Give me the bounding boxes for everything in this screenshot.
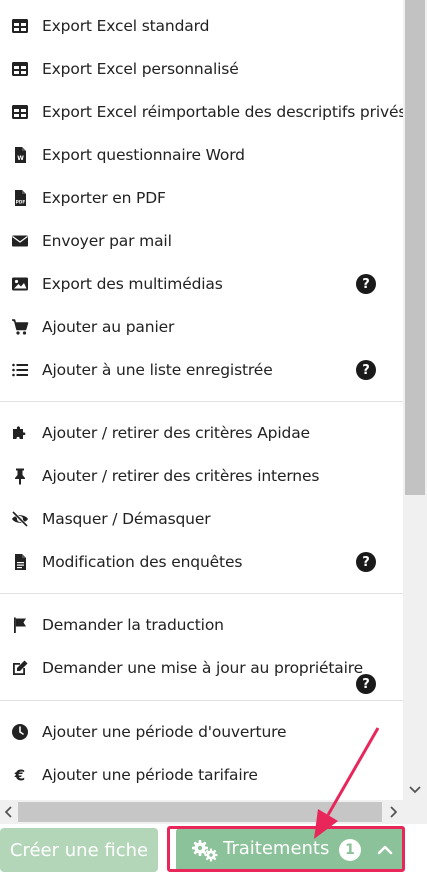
menu-item-label: Demander une mise à jour au propriétaire [42,659,364,677]
table-icon [11,60,29,78]
pdf-file-icon: PDF [11,189,29,207]
svg-text:W: W [17,155,24,162]
gears-icon [192,840,218,862]
menu-item[interactable]: Modification des enquêtes? [0,544,403,580]
word-file-icon: W [11,146,29,164]
help-question-icon[interactable]: ? [356,274,376,294]
help-question-icon[interactable]: ? [356,674,376,694]
menu-item-label: Ajouter / retirer des critères Apidae [42,424,310,442]
horizontal-scrollbar[interactable] [0,800,403,824]
menu-divider [0,700,403,701]
table-icon [11,17,29,35]
menu-item-label: Ajouter à une liste enregistrée [42,361,273,379]
bottom-action-bar: Créer une fiche Traitements 1 [0,824,427,875]
edit-icon [11,659,29,677]
menu-item-label: Ajouter une période d'ouverture [42,723,287,741]
menu-divider [0,401,403,402]
puzzle-icon [11,424,29,442]
create-record-label: Créer une fiche [9,839,149,861]
treatments-button[interactable]: Traitements 1 [176,828,404,872]
menu-item[interactable]: Ajouter / retirer des critères Apidae [0,415,403,451]
vertical-scrollbar[interactable] [403,0,427,800]
help-question-icon[interactable]: ? [356,360,376,380]
menu-item[interactable]: € Ajouter une période tarifaire [0,757,403,793]
eye-slash-icon [11,510,29,528]
chevron-up-icon[interactable] [375,840,395,860]
menu-item-label: Export Excel réimportable des descriptif… [42,103,403,121]
help-question-icon[interactable]: ? [356,552,376,572]
menu-item-label: Exporter en PDF [42,189,166,207]
menu-item[interactable]: Ajouter à une liste enregistrée? [0,352,403,388]
menu-item[interactable]: W Export questionnaire Word [0,137,403,173]
table-icon [11,103,29,121]
menu-item[interactable]: Export Excel standard [0,8,403,44]
menu-item[interactable]: Masquer / Démasquer [0,501,403,537]
menu-item-label: Ajouter une période tarifaire [42,766,258,784]
menu-item-label: Masquer / Démasquer [42,510,211,528]
list-icon [11,361,29,379]
clock-icon [11,723,29,741]
euro-icon: € [11,766,29,785]
menu-item-label: Export Excel personnalisé [42,60,239,78]
menu-item[interactable]: Export Excel réimportable des descriptif… [0,94,403,130]
menu-item-label: Export Excel standard [42,17,210,35]
menu-item-label: Envoyer par mail [42,232,172,250]
flag-icon [11,616,29,634]
scrollbar-corner [403,800,427,824]
actions-menu: Export Excel standard Export Excel person… [0,0,403,800]
menu-item[interactable]: Envoyer par mail [0,223,403,259]
envelope-icon [11,232,29,250]
menu-divider [0,593,403,594]
svg-text:PDF: PDF [16,200,26,205]
create-record-button[interactable]: Créer une fiche [0,828,158,872]
menu-item-label: Export des multimédias [42,275,223,293]
svg-text:€: € [14,767,25,785]
menu-item-label: Ajouter au panier [42,318,175,336]
menu-item[interactable]: PDF Exporter en PDF [0,180,403,216]
menu-item[interactable]: Demander une mise à jour au propriétaire… [0,650,403,694]
cart-icon [11,318,29,336]
pin-icon [11,467,29,485]
document-icon [11,553,29,571]
vertical-scrollbar-thumb[interactable] [405,0,425,495]
scroll-down-arrow-icon[interactable] [403,781,427,799]
menu-item[interactable]: Export des multimédias? [0,266,403,302]
menu-item[interactable]: Ajouter une période d'ouverture [0,714,403,750]
horizontal-scrollbar-thumb[interactable] [18,802,382,822]
menu-item[interactable]: Export Excel personnalisé [0,51,403,87]
menu-item-label: Export questionnaire Word [42,146,245,164]
menu-item[interactable]: Ajouter au panier [0,309,403,345]
treatments-count-badge: 1 [339,839,361,861]
menu-item[interactable]: Ajouter / retirer des critères internes [0,458,403,494]
image-icon [11,275,29,293]
menu-item[interactable]: Demander la traduction [0,607,403,643]
menu-item-label: Ajouter / retirer des critères internes [42,467,320,485]
scroll-left-arrow-icon[interactable] [0,800,18,824]
treatments-label: Traitements [223,838,330,859]
scroll-right-arrow-icon[interactable] [384,800,402,824]
menu-item-label: Demander la traduction [42,616,224,634]
menu-item-label: Modification des enquêtes [42,553,243,571]
